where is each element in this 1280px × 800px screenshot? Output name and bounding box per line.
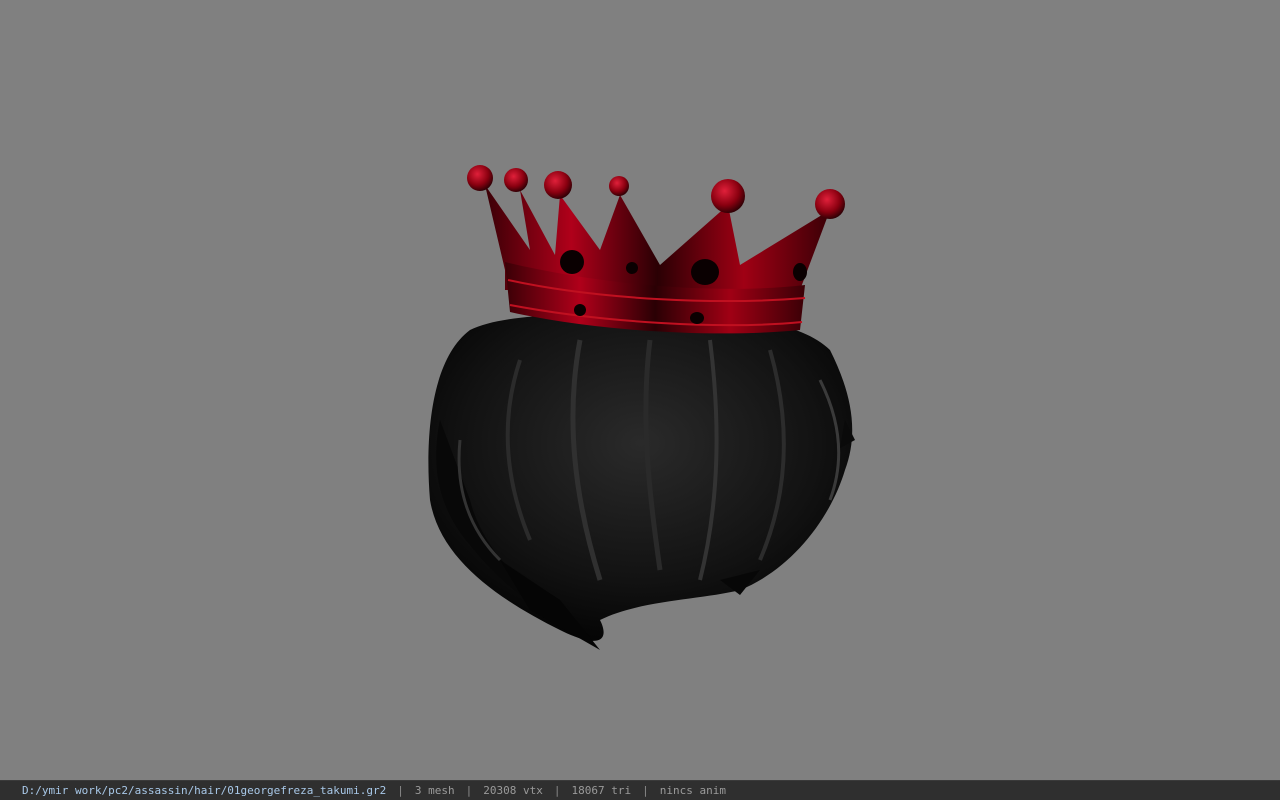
- separator: |: [465, 784, 473, 797]
- status-bar: D:/ymir work/pc2/assassin/hair/01georgef…: [0, 780, 1280, 800]
- separator: |: [553, 784, 561, 797]
- file-path: D:/ymir work/pc2/assassin/hair/01georgef…: [22, 784, 387, 797]
- crown-mesh: [467, 165, 845, 334]
- separator: |: [397, 784, 404, 797]
- separator: |: [642, 784, 649, 797]
- 3d-viewport[interactable]: [0, 0, 1280, 780]
- hair-mesh: [428, 311, 855, 650]
- mesh-count: 3 mesh: [414, 784, 455, 797]
- anim-status: nincs anim: [659, 784, 726, 797]
- hair-crown-model[interactable]: [0, 0, 1280, 780]
- triangle-count: 18067 tri: [571, 784, 632, 797]
- vertex-count: 20308 vtx: [483, 784, 543, 797]
